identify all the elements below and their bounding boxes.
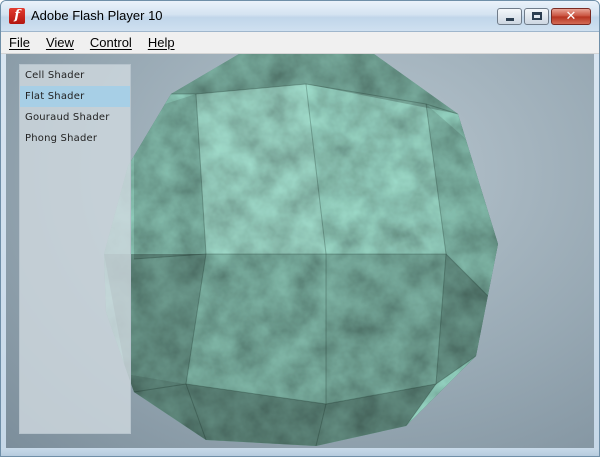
- menu-control[interactable]: Control: [82, 32, 140, 53]
- window-bottom-border: [1, 448, 599, 456]
- minimize-button[interactable]: [497, 8, 522, 25]
- window-controls: ✕: [497, 8, 591, 26]
- shader-item-cell[interactable]: Cell Shader: [20, 65, 130, 86]
- shader-item-gouraud[interactable]: Gouraud Shader: [20, 107, 130, 128]
- minimize-icon: [506, 18, 514, 21]
- title-bar[interactable]: f Adobe Flash Player 10 ✕: [1, 1, 599, 32]
- menu-file[interactable]: File: [7, 32, 38, 53]
- flash-player-icon: f: [9, 8, 25, 24]
- menu-help[interactable]: Help: [140, 32, 183, 53]
- shader-list-panel: Cell Shader Flat Shader Gouraud Shader P…: [19, 64, 131, 434]
- app-window: f Adobe Flash Player 10 ✕ File View Cont…: [0, 0, 600, 457]
- menu-bar: File View Control Help: [1, 32, 599, 54]
- maximize-button[interactable]: [524, 8, 549, 25]
- close-icon: ✕: [565, 9, 577, 24]
- close-button[interactable]: ✕: [551, 8, 591, 25]
- window-title: Adobe Flash Player 10: [31, 8, 163, 23]
- flash-stage[interactable]: Cell Shader Flat Shader Gouraud Shader P…: [6, 54, 594, 448]
- maximize-icon: [532, 12, 542, 20]
- shader-item-phong[interactable]: Phong Shader: [20, 128, 130, 149]
- shader-item-flat[interactable]: Flat Shader: [20, 86, 130, 107]
- menu-view[interactable]: View: [38, 32, 82, 53]
